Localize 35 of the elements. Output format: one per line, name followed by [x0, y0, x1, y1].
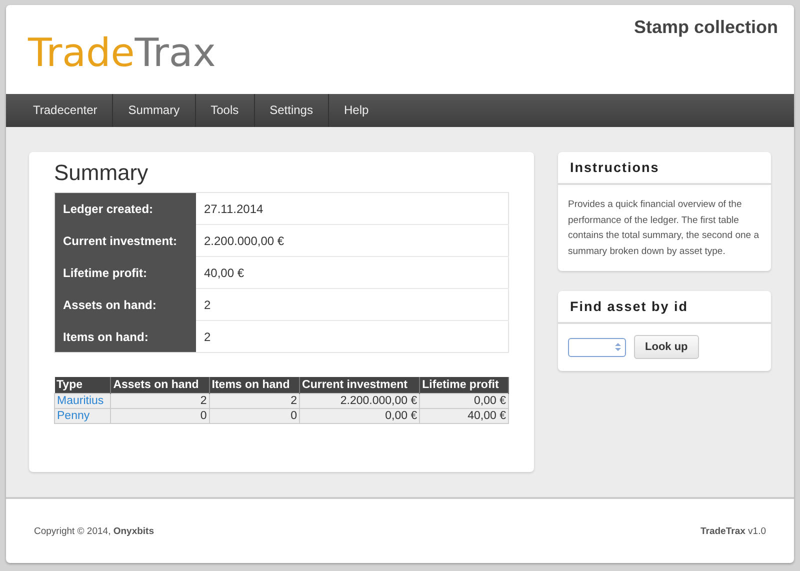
table-cell: 2.200.000,00 € — [300, 394, 420, 409]
column-header: Items on hand — [209, 377, 300, 394]
row-label: Assets on hand: — [54, 288, 196, 321]
row-value: 2 — [196, 288, 508, 321]
table-cell: 0 — [110, 408, 210, 424]
column-header: Assets on hand — [110, 377, 210, 394]
column-header: Type — [54, 377, 111, 394]
spinner-icon — [615, 342, 621, 352]
panel-title: Instructions — [558, 152, 771, 186]
logo: TradeTrax — [28, 32, 216, 76]
nav-item[interactable]: Help — [328, 94, 384, 128]
asset-id-field[interactable] — [568, 338, 626, 357]
table-cell: 0,00 € — [300, 408, 420, 424]
version-text: TradeTrax v1.0 — [700, 526, 766, 537]
look-up-button[interactable]: Look up — [634, 335, 699, 360]
row-label: Items on hand: — [54, 320, 196, 353]
copyright-text: Copyright © 2014, Onyxbits — [34, 526, 154, 537]
table-cell: 2 — [209, 394, 300, 409]
row-label: Ledger created: — [54, 192, 196, 225]
row-label: Lifetime profit: — [54, 256, 196, 289]
table-cell: 2 — [110, 394, 210, 409]
collection-title: Stamp collection — [634, 17, 778, 39]
row-value: 27.11.2014 — [196, 192, 508, 225]
column-header: Current investment — [300, 377, 420, 394]
row-label: Current investment: — [54, 224, 196, 257]
table-cell: 0,00 € — [420, 394, 508, 409]
summary-heading: Summary — [54, 161, 150, 186]
row-value: 2 — [196, 320, 508, 353]
table-cell: 40,00 € — [420, 408, 508, 424]
column-header: Lifetime profit — [420, 377, 508, 394]
table-cell: 0 — [209, 408, 300, 424]
row-value: 40,00 € — [196, 256, 508, 289]
instructions-text: Provides a quick financial overview of the performance of the ledger. The first table contains the total summary, the second one a summary broken down by asset type. — [567, 198, 760, 259]
panel-title: Find asset by id — [558, 291, 771, 324]
row-value: 2.200.000,00 € — [196, 224, 508, 257]
